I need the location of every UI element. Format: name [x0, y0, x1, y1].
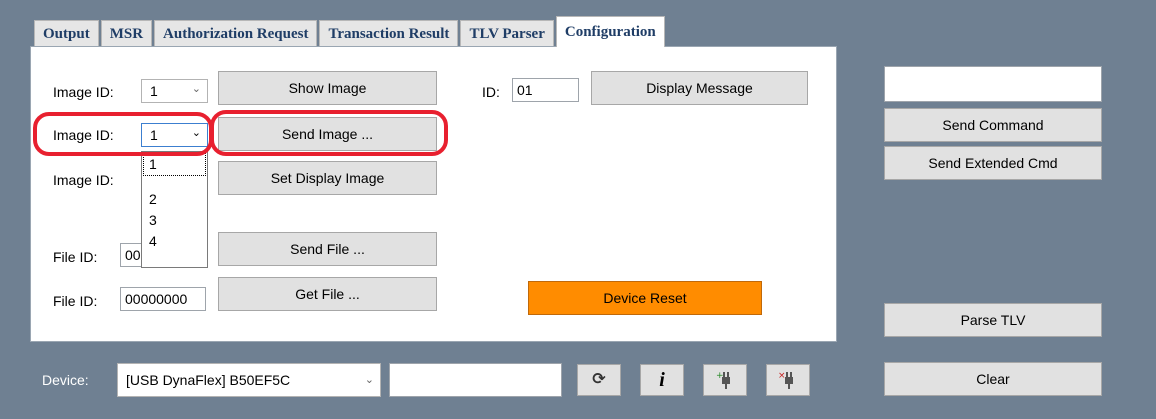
- image-id-label-3: Image ID:: [53, 172, 114, 188]
- clear-button[interactable]: Clear: [884, 362, 1102, 396]
- tab-msr[interactable]: MSR: [100, 20, 153, 47]
- id-label: ID:: [482, 84, 500, 100]
- dropdown-option[interactable]: 1: [143, 153, 206, 176]
- svg-text:+: +: [716, 371, 724, 381]
- info-icon: i: [659, 369, 665, 391]
- device-label: Device:: [42, 372, 89, 388]
- chevron-down-icon: ⌄: [364, 374, 374, 386]
- disconnect-button[interactable]: ×: [766, 364, 810, 396]
- send-extended-cmd-button[interactable]: Send Extended Cmd: [884, 146, 1102, 180]
- dropdown-option[interactable]: 2: [142, 189, 207, 210]
- svg-text:×: ×: [778, 371, 786, 381]
- tab-tlv-parser[interactable]: TLV Parser: [460, 20, 554, 47]
- connect-button[interactable]: +: [703, 364, 747, 396]
- highlight-annotation-image-id: [33, 112, 213, 156]
- image-id-label-1: Image ID:: [53, 84, 114, 100]
- info-button[interactable]: i: [640, 364, 684, 396]
- chevron-down-icon: ⌄: [191, 83, 201, 95]
- file-id-label-1: File ID:: [53, 249, 98, 265]
- image-id-dropdown-list: 1 2 3 4: [141, 151, 208, 268]
- parse-tlv-button[interactable]: Parse TLV: [884, 303, 1102, 337]
- id-input[interactable]: 01: [512, 78, 579, 102]
- device-select-value: [USB DynaFlex] B50EF5C: [126, 372, 291, 388]
- file-id-label-2: File ID:: [53, 293, 98, 309]
- image-id-select-1-value: 1: [150, 83, 158, 99]
- tab-bar: Output MSR Authorization Request Transac…: [34, 16, 667, 47]
- connect-icon: +: [716, 371, 730, 389]
- get-file-button[interactable]: Get File ...: [218, 277, 437, 311]
- send-command-button[interactable]: Send Command: [884, 108, 1102, 142]
- tab-configuration[interactable]: Configuration: [555, 16, 665, 47]
- highlight-annotation-send-image: [210, 110, 448, 156]
- status-input[interactable]: [389, 363, 562, 397]
- tab-transaction-result[interactable]: Transaction Result: [319, 20, 459, 47]
- set-display-image-button[interactable]: Set Display Image: [218, 161, 437, 195]
- disconnect-icon: ×: [778, 371, 793, 389]
- tab-output[interactable]: Output: [34, 20, 99, 47]
- refresh-button[interactable]: ⟳: [577, 364, 621, 396]
- command-input[interactable]: [884, 66, 1102, 102]
- file-id-input-2[interactable]: 00000000: [120, 287, 206, 311]
- device-reset-button[interactable]: Device Reset: [528, 281, 762, 315]
- display-message-button[interactable]: Display Message: [591, 71, 808, 105]
- send-file-button[interactable]: Send File ...: [218, 232, 437, 266]
- show-image-button[interactable]: Show Image: [218, 71, 437, 105]
- image-id-select-1[interactable]: 1 ⌄: [141, 79, 208, 103]
- dropdown-option[interactable]: 4: [142, 231, 207, 252]
- device-select[interactable]: [USB DynaFlex] B50EF5C ⌄: [117, 363, 381, 397]
- dropdown-option[interactable]: 3: [142, 210, 207, 231]
- refresh-icon: ⟳: [592, 371, 606, 388]
- tab-authorization-request[interactable]: Authorization Request: [154, 20, 318, 47]
